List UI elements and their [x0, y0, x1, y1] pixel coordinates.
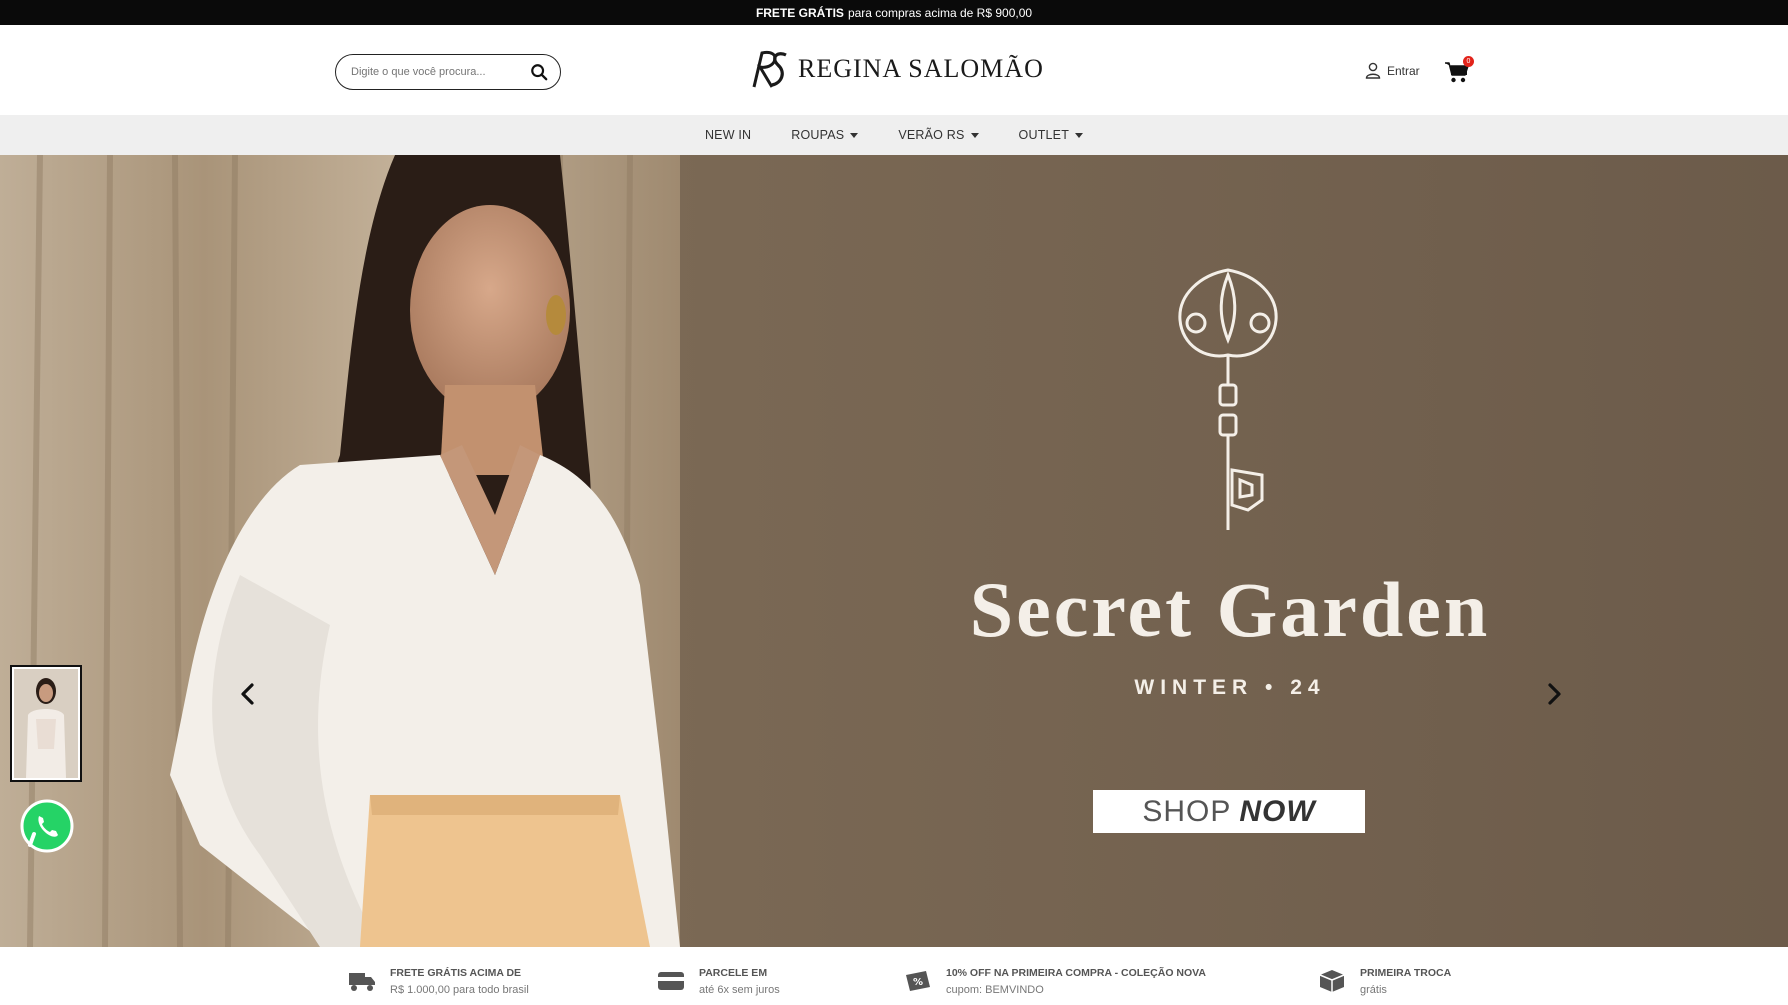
announcement-text: para compras acima de R$ 900,00	[847, 5, 1033, 20]
feature-text: grátis	[1360, 984, 1387, 996]
whatsapp-icon[interactable]	[18, 797, 76, 855]
caret-down-icon	[850, 132, 859, 138]
site-header: REGINA SALOMÃO Entrar 0	[0, 25, 1788, 115]
announcement-bar: FRETE GRÁTIS para compras acima de R$ 90…	[0, 0, 1788, 25]
nav-label: VERÃO RS	[898, 128, 965, 142]
cart-count-badge: 0	[1463, 56, 1474, 67]
feature-installments: PARCELE EM até 6x sem juros	[657, 967, 780, 996]
nav-item-verao-rs[interactable]: VERÃO RS	[878, 128, 998, 142]
nav-label: NEW IN	[704, 128, 752, 142]
rs-monogram-icon	[752, 50, 787, 88]
caret-down-icon	[1075, 132, 1084, 138]
main-nav: NEW IN ROUPAS VERÃO RS OUTLET	[0, 115, 1788, 155]
account-label: Entrar	[1387, 63, 1420, 78]
nav-label: ROUPAS	[791, 128, 845, 142]
account-link[interactable]: Entrar	[1365, 62, 1420, 79]
feature-title: 10% OFF NA PRIMEIRA COMPRA - COLEÇÃO NOV…	[946, 967, 1206, 979]
truck-icon	[349, 973, 375, 991]
product-thumbnail[interactable]	[10, 665, 82, 782]
carousel-prev-arrow[interactable]	[234, 680, 262, 708]
box-icon	[1319, 970, 1345, 992]
cart-button[interactable]: 0	[1444, 56, 1474, 84]
thumbnail-image	[14, 669, 78, 778]
nav-item-roupas[interactable]: ROUPAS	[771, 128, 878, 142]
hero-banner[interactable]	[0, 155, 1788, 947]
feature-title: PARCELE EM	[699, 967, 768, 979]
brand-name: REGINA SALOMÃO	[798, 54, 1044, 83]
features-strip: FRETE GRÁTIS ACIMA DE R$ 1.000,00 para t…	[0, 947, 1788, 1005]
hero-image	[0, 155, 1788, 947]
nav-label: OUTLET	[1018, 128, 1070, 142]
brand-logo[interactable]: REGINA SALOMÃO	[748, 47, 1044, 91]
search-box[interactable]	[335, 54, 561, 90]
card-icon	[658, 972, 684, 990]
feature-text: R$ 1.000,00 para todo brasil	[390, 984, 529, 996]
carousel-next-arrow[interactable]	[1540, 680, 1568, 708]
nav-item-new-in[interactable]: NEW IN	[685, 128, 771, 142]
feature-text: cupom: BEMVINDO	[946, 984, 1044, 996]
feature-first-exchange: PRIMEIRA TROCA grátis	[1318, 967, 1451, 996]
search-icon[interactable]	[530, 63, 548, 81]
discount-ticket-icon: %	[906, 971, 930, 991]
shop-now-button[interactable]: SHOP NOW	[1093, 790, 1365, 833]
svg-text:%: %	[913, 977, 923, 988]
nav-item-outlet[interactable]: OUTLET	[999, 128, 1104, 142]
search-input[interactable]	[351, 66, 526, 78]
shop-now-bold: NOW	[1239, 794, 1316, 828]
feature-title: PRIMEIRA TROCA	[1360, 967, 1452, 979]
feature-text: até 6x sem juros	[699, 984, 780, 996]
feature-free-shipping: FRETE GRÁTIS ACIMA DE R$ 1.000,00 para t…	[348, 967, 529, 996]
shop-now-light: SHOP	[1142, 794, 1232, 828]
feature-title: FRETE GRÁTIS ACIMA DE	[390, 967, 522, 979]
caret-down-icon	[970, 132, 979, 138]
announcement-bold: FRETE GRÁTIS	[755, 5, 844, 20]
user-icon	[1365, 62, 1381, 79]
feature-discount: % 10% OFF NA PRIMEIRA COMPRA - COLEÇÃO N…	[904, 967, 1206, 996]
